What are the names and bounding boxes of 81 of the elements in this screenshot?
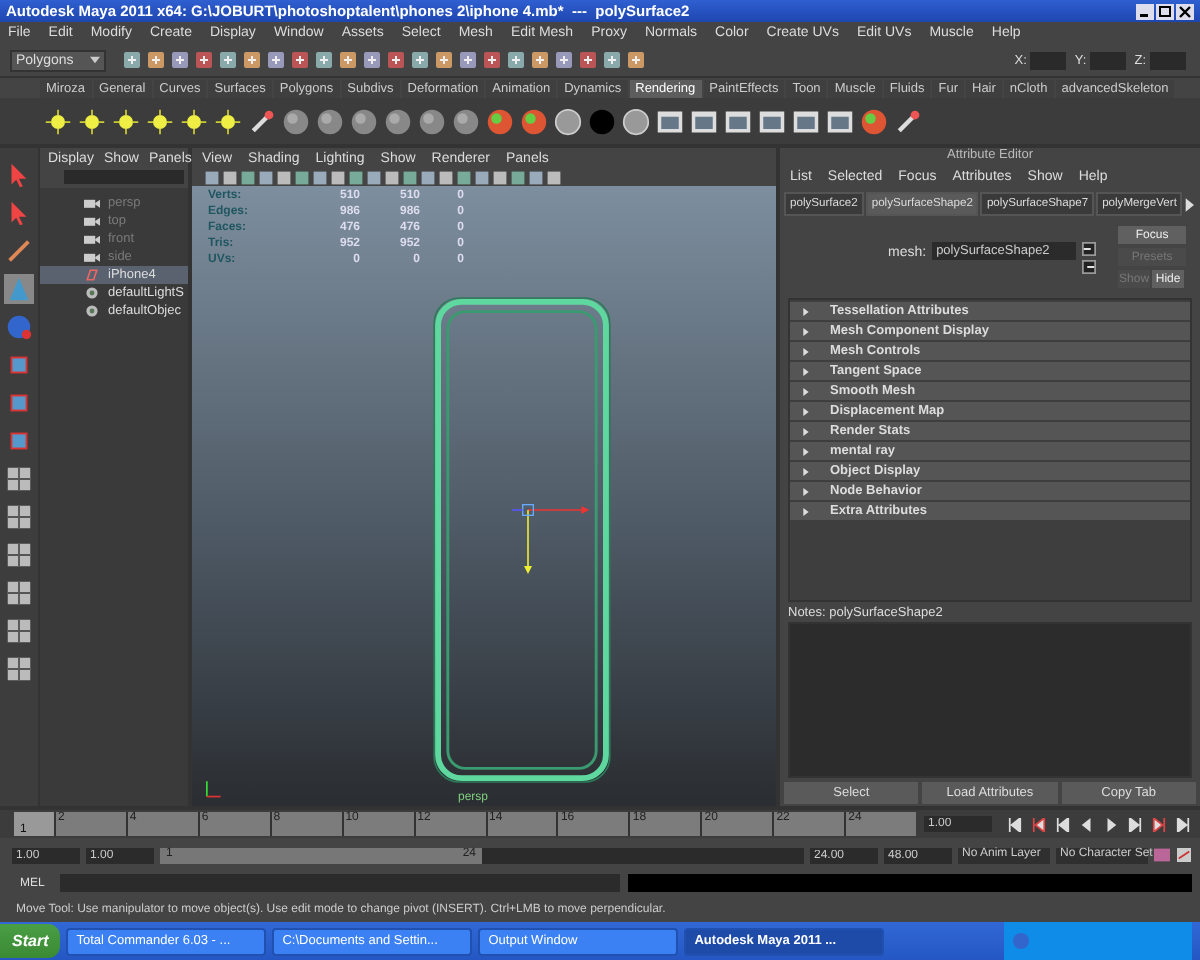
- command-field[interactable]: [60, 874, 620, 892]
- sphere-icon[interactable]: [486, 107, 514, 135]
- input-connection-icon[interactable]: [1082, 242, 1097, 256]
- window-icon[interactable]: [656, 107, 684, 135]
- caret-icon: [90, 56, 100, 64]
- mesh-icon: [84, 268, 100, 282]
- sphere-icon[interactable]: [860, 107, 888, 135]
- toolbar-icon[interactable]: [530, 50, 550, 70]
- minimize-icon[interactable]: [1136, 3, 1154, 19]
- sphere-icon[interactable]: [452, 107, 480, 135]
- light-icon[interactable]: [44, 107, 72, 135]
- toolbar-icon[interactable]: [218, 50, 238, 70]
- play-icon[interactable]: [1102, 817, 1120, 831]
- window-icon[interactable]: [792, 107, 820, 135]
- toolbar-icon[interactable]: [122, 50, 142, 70]
- light-icon[interactable]: [146, 107, 174, 135]
- toolbar-icon[interactable]: [362, 50, 382, 70]
- sphere-icon[interactable]: [350, 107, 378, 135]
- notes-field[interactable]: [788, 622, 1192, 778]
- light-icon[interactable]: [112, 107, 140, 135]
- layout-icon[interactable]: [4, 502, 34, 532]
- brush-icon[interactable]: [4, 236, 34, 266]
- window-icon[interactable]: [724, 107, 752, 135]
- toolbar-icon[interactable]: [338, 50, 358, 70]
- toolbar-icon[interactable]: [482, 50, 502, 70]
- play-backward-icon[interactable]: [1078, 817, 1096, 831]
- circle-icon[interactable]: [554, 107, 582, 135]
- window-icon[interactable]: [826, 107, 854, 135]
- toolbar-icon[interactable]: [146, 50, 166, 70]
- window-icon[interactable]: [758, 107, 786, 135]
- start-button[interactable]: Start: [0, 924, 61, 958]
- circle-icon[interactable]: [622, 107, 650, 135]
- toolbar-icon[interactable]: [194, 50, 214, 70]
- maximize-icon[interactable]: [1156, 3, 1174, 19]
- light-icon[interactable]: [78, 107, 106, 135]
- toolbar-icon[interactable]: [506, 50, 526, 70]
- toolbar-icon[interactable]: [434, 50, 454, 70]
- layout-icon[interactable]: [4, 464, 34, 494]
- sphere-icon[interactable]: [520, 107, 548, 135]
- toolbar-icon[interactable]: [578, 50, 598, 70]
- toolbar-icon[interactable]: [170, 50, 190, 70]
- sphere-icon[interactable]: [418, 107, 446, 135]
- toolbar-icon[interactable]: [266, 50, 286, 70]
- coordinate-field[interactable]: [1150, 51, 1186, 69]
- layout-icon[interactable]: [4, 654, 34, 684]
- skip-icon[interactable]: [1174, 817, 1192, 831]
- light-icon[interactable]: [180, 107, 208, 135]
- toolbar-icon[interactable]: [290, 50, 310, 70]
- toolbar-icon[interactable]: [386, 50, 406, 70]
- step-icon[interactable]: [1054, 817, 1072, 831]
- axis-icon: [200, 776, 224, 800]
- skip-icon[interactable]: [1006, 817, 1024, 831]
- layout-icon[interactable]: [4, 578, 34, 608]
- sphere-icon[interactable]: [282, 107, 310, 135]
- toolbar-icon[interactable]: [626, 50, 646, 70]
- light-icon[interactable]: [214, 107, 242, 135]
- camera-icon: [84, 250, 100, 264]
- output-connection-icon[interactable]: [1082, 260, 1097, 274]
- coordinate-field[interactable]: [1090, 51, 1127, 69]
- filter-field[interactable]: [64, 170, 184, 184]
- camera-icon: [84, 232, 100, 246]
- layout-icon[interactable]: [4, 616, 34, 646]
- toolbar-icon[interactable]: [458, 50, 478, 70]
- tool-icon[interactable]: [248, 107, 276, 135]
- step-key-icon[interactable]: [1030, 817, 1048, 831]
- sphere-icon[interactable]: [316, 107, 344, 135]
- camera-icon: [84, 196, 100, 210]
- toolbar-icon[interactable]: [554, 50, 574, 70]
- layout-icon[interactable]: [4, 540, 34, 570]
- toolbar-icon[interactable]: [410, 50, 430, 70]
- tool-icon[interactable]: [894, 107, 922, 135]
- sphere-icon[interactable]: [384, 107, 412, 135]
- toolbar-icon[interactable]: [242, 50, 262, 70]
- camera-icon: [84, 214, 100, 228]
- close-icon[interactable]: [1176, 3, 1194, 19]
- step-icon[interactable]: [1126, 817, 1144, 831]
- step-key-icon[interactable]: [1150, 817, 1168, 831]
- toolbar-icon[interactable]: [602, 50, 622, 70]
- window-icon[interactable]: [690, 107, 718, 135]
- toolbar-icon[interactable]: [314, 50, 334, 70]
- coordinate-field[interactable]: [1030, 51, 1067, 69]
